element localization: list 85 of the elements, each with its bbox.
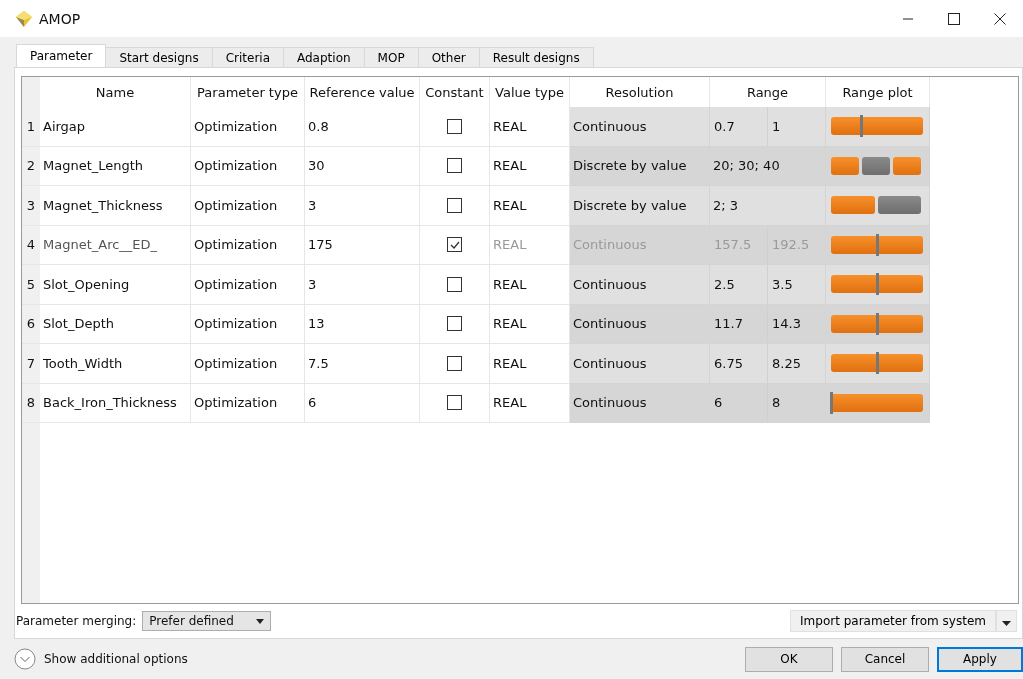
table-cell: Continuous bbox=[570, 344, 710, 384]
range-max: 8.25 bbox=[771, 354, 802, 373]
tab[interactable]: Result designs bbox=[478, 47, 594, 67]
range-min: 0.7 bbox=[710, 107, 768, 146]
import-button[interactable]: Import parameter from system bbox=[790, 610, 996, 632]
checkbox[interactable] bbox=[447, 158, 462, 174]
close-icon[interactable] bbox=[994, 12, 1006, 25]
table-cell: Magnet_Thickness bbox=[40, 186, 191, 226]
table-cell: Optimization bbox=[191, 107, 305, 147]
checkbox[interactable] bbox=[447, 237, 462, 253]
table-cell: Optimization bbox=[191, 146, 305, 186]
table-cell: Optimization bbox=[191, 225, 305, 265]
table-cell: 3 bbox=[305, 186, 420, 226]
range-min: 6 bbox=[710, 383, 768, 422]
row-number: 4 bbox=[22, 225, 40, 265]
table-cell: Optimization bbox=[191, 186, 305, 226]
options-toggle-label[interactable]: Show additional options bbox=[44, 652, 188, 666]
range-min: 157.5 bbox=[710, 225, 768, 264]
window-title: AMOP bbox=[39, 10, 81, 27]
table-cell: Continuous bbox=[570, 383, 710, 423]
table-cell: Slot_Opening bbox=[40, 265, 191, 305]
table-cell: Airgap bbox=[40, 107, 191, 147]
dialog-button[interactable]: Cancel bbox=[841, 646, 929, 672]
table-cell: 6 bbox=[305, 383, 420, 423]
table-cell: Back_Iron_Thickness bbox=[40, 383, 191, 423]
tab[interactable]: MOP bbox=[363, 47, 419, 67]
tab[interactable]: Criteria bbox=[211, 47, 284, 67]
dropdown-button[interactable] bbox=[996, 610, 1017, 632]
table-cell: Optimization bbox=[191, 304, 305, 344]
table-cell: 175 bbox=[305, 225, 420, 265]
range-min: 11.7 bbox=[710, 304, 768, 343]
row-number: 8 bbox=[22, 383, 40, 423]
range-max: 14.3 bbox=[771, 315, 802, 334]
table-cell: Continuous bbox=[570, 265, 710, 305]
row-number: 5 bbox=[22, 265, 40, 305]
checkbox[interactable] bbox=[447, 395, 462, 411]
tab[interactable]: Adaption bbox=[283, 47, 365, 67]
caret-icon bbox=[1002, 621, 1011, 626]
app-logo-icon bbox=[14, 8, 34, 29]
corner-header bbox=[22, 77, 40, 107]
dialog-button[interactable]: Apply bbox=[937, 646, 1023, 672]
maximize-icon[interactable] bbox=[948, 12, 960, 25]
table-cell: 7.5 bbox=[305, 344, 420, 384]
checkbox[interactable] bbox=[447, 355, 462, 371]
table-cell: Continuous bbox=[570, 225, 710, 265]
table-cell: Magnet_Arc__ED_ bbox=[40, 225, 191, 265]
merging-dropdown[interactable]: Prefer defined bbox=[142, 611, 271, 631]
table-cell: Magnet_Length bbox=[40, 146, 191, 186]
row-number: 2 bbox=[22, 146, 40, 186]
table-cell: 20; 30; 40 bbox=[710, 146, 826, 186]
row-number: 6 bbox=[22, 304, 40, 344]
range-min: 2.5 bbox=[710, 265, 768, 304]
row-number: 7 bbox=[22, 344, 40, 384]
table-cell: 0.8 bbox=[305, 107, 420, 147]
table-cell: Discrete by value bbox=[570, 186, 710, 226]
caret-icon bbox=[255, 618, 264, 624]
table-cell: Continuous bbox=[570, 304, 710, 344]
table-cell: Optimization bbox=[191, 383, 305, 423]
tab[interactable]: Parameter bbox=[16, 44, 107, 67]
table-cell: Tooth_Width bbox=[40, 344, 191, 384]
table-cell: Optimization bbox=[191, 344, 305, 384]
range-max: 3.5 bbox=[771, 275, 794, 294]
checkbox[interactable] bbox=[447, 316, 462, 332]
row-number: 3 bbox=[22, 186, 40, 226]
checkbox[interactable] bbox=[447, 197, 462, 213]
tab[interactable]: Other bbox=[417, 47, 480, 67]
tab[interactable]: Start designs bbox=[105, 47, 213, 67]
row-number: 1 bbox=[22, 107, 40, 147]
checkbox[interactable] bbox=[447, 276, 462, 292]
expand-icon[interactable] bbox=[14, 648, 36, 670]
merging-label: Parameter merging: bbox=[16, 614, 137, 628]
table-cell: 3 bbox=[305, 265, 420, 305]
checkbox[interactable] bbox=[447, 118, 462, 134]
table-cell: Slot_Depth bbox=[40, 304, 191, 344]
range-max: 8 bbox=[771, 394, 782, 413]
range-max: 1 bbox=[771, 117, 782, 136]
table-cell: 2; 3 bbox=[710, 186, 826, 226]
dialog-button[interactable]: OK bbox=[745, 646, 833, 672]
table-cell: 13 bbox=[305, 304, 420, 344]
range-max: 192.5 bbox=[771, 236, 811, 255]
table-cell: Continuous bbox=[570, 107, 710, 147]
table-cell: 30 bbox=[305, 146, 420, 186]
table-cell: Optimization bbox=[191, 265, 305, 305]
range-min: 6.75 bbox=[710, 344, 768, 383]
table-cell: Discrete by value bbox=[570, 146, 710, 186]
